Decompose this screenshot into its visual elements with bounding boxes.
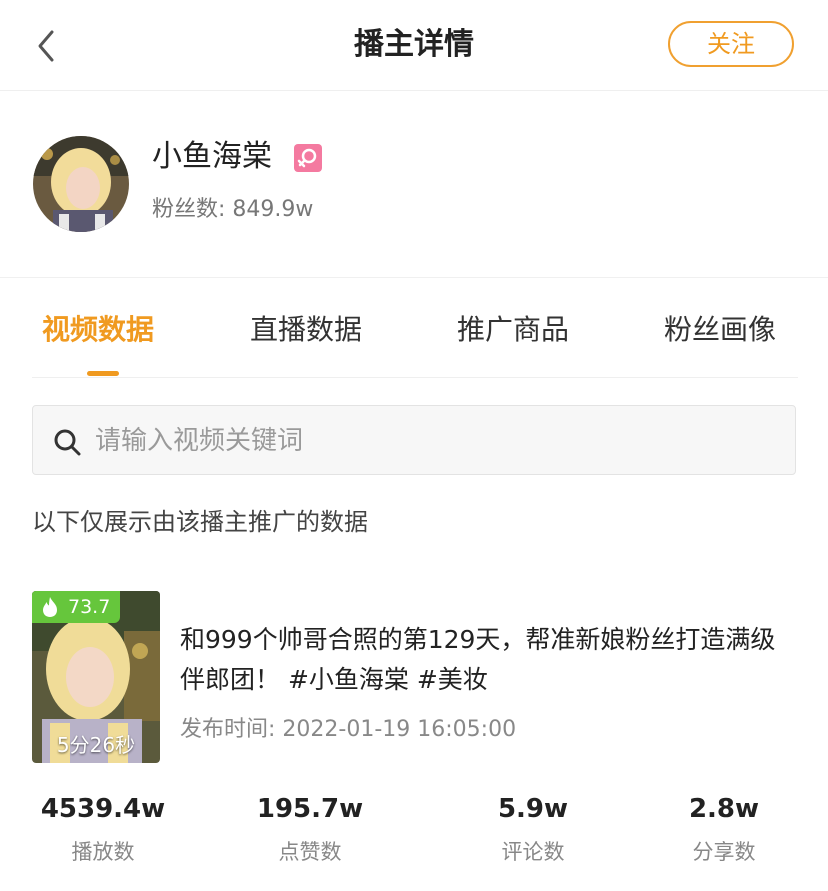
info-note: 以下仅展示由该播主推广的数据	[32, 508, 368, 536]
video-title[interactable]: 和999个帅哥合照的第129天，帮准新娘粉丝打造满级伴郎团！ #小鱼海棠 #美妆	[180, 620, 800, 700]
female-icon	[294, 144, 322, 172]
streamer-name: 小鱼海棠	[152, 139, 272, 174]
stat-shares: 2.8w 分享数	[644, 790, 804, 868]
search-input[interactable]	[93, 420, 777, 462]
avatar[interactable]	[33, 136, 129, 232]
fans-value: 849.9w	[232, 197, 314, 222]
top-bar: 播主详情 关注	[0, 0, 828, 91]
stat-comments: 5.9w 评论数	[453, 790, 613, 868]
tab-video-data[interactable]: 视频数据	[42, 308, 154, 352]
publish-time-value: 2022-01-19 16:05:00	[282, 717, 517, 742]
fans-count: 粉丝数: 849.9w	[152, 194, 313, 226]
publish-time-label: 发布时间:	[180, 717, 283, 742]
stat-value: 4539.4w	[40, 794, 166, 824]
tabs-divider	[32, 377, 798, 378]
tab-live-data[interactable]: 直播数据	[250, 308, 362, 352]
heat-score-badge: 73.7	[32, 591, 120, 623]
video-duration: 5分26秒	[56, 733, 136, 757]
fire-icon	[43, 597, 57, 617]
follow-button[interactable]: 关注	[668, 21, 794, 67]
stat-label: 点赞数	[278, 840, 342, 864]
avatar-image	[33, 136, 129, 232]
stat-label: 分享数	[692, 840, 756, 864]
video-thumbnail[interactable]: 73.7 5分26秒	[32, 591, 160, 763]
stat-plays: 4539.4w 播放数	[23, 790, 183, 868]
search-icon	[54, 429, 81, 456]
publish-time: 发布时间: 2022-01-19 16:05:00	[180, 714, 516, 746]
heat-score: 73.7	[68, 596, 111, 618]
fans-label: 粉丝数:	[152, 197, 233, 222]
stat-value: 195.7w	[256, 794, 364, 824]
stat-likes: 195.7w 点赞数	[230, 790, 390, 868]
stat-value: 2.8w	[688, 794, 760, 824]
stat-value: 5.9w	[497, 794, 569, 824]
search-box	[32, 405, 796, 475]
stat-label: 评论数	[501, 840, 565, 864]
tab-fan-profile[interactable]: 粉丝画像	[664, 308, 776, 352]
stat-label: 播放数	[71, 840, 135, 864]
active-tab-indicator	[87, 371, 119, 376]
divider	[0, 277, 828, 278]
tab-promoted-products[interactable]: 推广商品	[457, 308, 569, 352]
